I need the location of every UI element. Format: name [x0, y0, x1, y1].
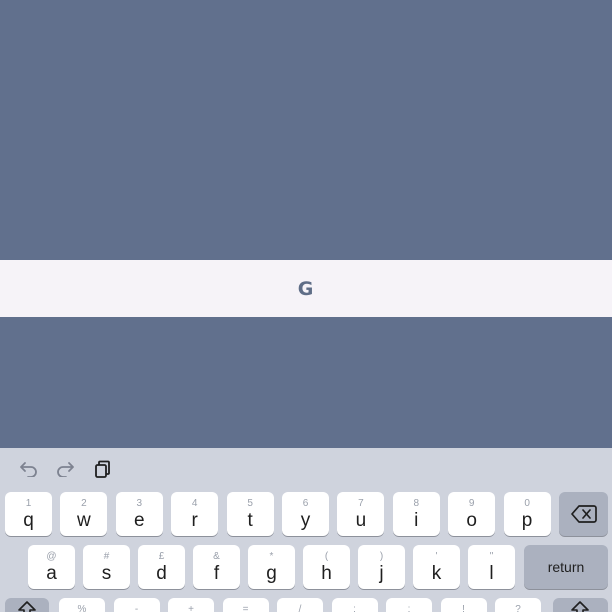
key-.[interactable]: ?.	[495, 598, 541, 612]
key-hint: 0	[524, 498, 530, 509]
key-label: y	[300, 510, 311, 531]
key-label: e	[134, 510, 145, 531]
delete-key[interactable]	[559, 492, 608, 536]
key-hint: 1	[25, 498, 32, 509]
key-t[interactable]: 5t	[226, 492, 274, 536]
key-a[interactable]: @ a	[28, 545, 75, 589]
undo-button[interactable]	[16, 458, 42, 480]
key-label: u	[355, 510, 367, 531]
key-hint: ;	[353, 604, 356, 612]
key-y[interactable]: 6y	[282, 492, 329, 536]
key-label: l	[489, 563, 494, 584]
key-hint: #	[103, 551, 110, 562]
key-hint: 6	[302, 498, 309, 509]
paste-button[interactable]	[89, 458, 115, 480]
key-label: p	[521, 510, 533, 531]
key-v[interactable]: =v	[222, 598, 269, 612]
key-j[interactable]: ) j	[358, 545, 405, 589]
shift-arrow-icon	[571, 601, 589, 612]
key-k[interactable]: ' k	[413, 545, 460, 589]
key-hint: @	[46, 551, 57, 562]
key-label: k	[431, 563, 442, 584]
key-label: d	[156, 563, 167, 584]
undo-arrow-icon	[19, 461, 39, 477]
onscreen-keyboard: 1q2w3e4r5t6y7u8i9o0p @ a # s £ d & f * g(h) j ' k " l …	[0, 448, 612, 612]
key-e[interactable]: 3e	[115, 492, 163, 536]
key-m[interactable]: :m	[386, 598, 432, 612]
text-input-field[interactable]: G	[0, 260, 612, 317]
key-w[interactable]: 2w	[60, 492, 108, 536]
key-hint: 3	[136, 498, 143, 509]
key-label: a	[46, 563, 57, 584]
key-hint: :	[407, 604, 411, 612]
key-label: t	[247, 510, 253, 531]
key-hint: !	[462, 604, 465, 612]
key-o[interactable]: 9o	[448, 492, 496, 536]
key-hint: £	[158, 551, 165, 562]
key-hint: 2	[81, 498, 87, 509]
key-,[interactable]: !,	[440, 598, 487, 612]
key-x[interactable]: -x	[113, 598, 160, 612]
key-q[interactable]: 1q	[5, 492, 52, 536]
key-f[interactable]: & f	[193, 545, 240, 589]
key-b[interactable]: /b	[277, 598, 323, 612]
top-background	[0, 0, 612, 260]
key-p[interactable]: 0p	[503, 492, 551, 536]
key-s[interactable]: # s	[83, 545, 130, 589]
key-d[interactable]: £ d	[138, 545, 185, 589]
bottom-background	[0, 317, 612, 448]
key-u[interactable]: 7u	[337, 492, 385, 536]
key-hint: 9	[468, 498, 475, 509]
key-hint: -	[134, 604, 139, 612]
key-r[interactable]: 4r	[171, 492, 219, 536]
key-label: g	[266, 563, 277, 584]
key-label: i	[414, 510, 419, 531]
key-hint: 7	[358, 498, 364, 509]
return-key-label: return	[547, 559, 585, 575]
key-hint: 4	[191, 498, 198, 509]
shift-key-left[interactable]	[5, 598, 49, 612]
key-label: r	[191, 510, 198, 531]
key-hint: ?	[515, 604, 521, 612]
key-label: h	[321, 563, 332, 584]
keyboard-toolbar	[0, 448, 612, 490]
key-z[interactable]: %z	[59, 598, 105, 612]
key-hint: =	[242, 604, 249, 612]
key-hint: *	[269, 551, 274, 562]
key-c[interactable]: +c	[168, 598, 214, 612]
shift-arrow-icon	[18, 601, 36, 612]
redo-arrow-icon	[55, 461, 75, 477]
clipboard-paste-icon	[93, 460, 111, 478]
key-l[interactable]: " l	[468, 545, 515, 589]
key-hint: '	[435, 551, 438, 562]
key-hint: /	[298, 604, 302, 612]
key-i[interactable]: 8i	[392, 492, 440, 536]
key-g[interactable]: * g	[248, 545, 295, 589]
key-h[interactable]: (h	[303, 545, 350, 589]
return-key[interactable]: return	[524, 545, 608, 589]
key-hint: 5	[247, 498, 253, 509]
key-hint: %	[77, 604, 87, 612]
shift-key-right[interactable]	[553, 598, 608, 612]
key-hint: 8	[413, 498, 420, 509]
key-label: s	[101, 563, 112, 584]
key-hint: "	[489, 551, 494, 562]
key-label: q	[23, 510, 34, 531]
key-n[interactable]: ;n	[331, 598, 378, 612]
key-hint: +	[188, 604, 194, 612]
key-hint: &	[213, 551, 220, 562]
key-label: o	[466, 510, 477, 531]
input-text: G	[297, 277, 315, 300]
key-label: j	[379, 563, 384, 584]
key-hint: )	[379, 551, 384, 562]
redo-button[interactable]	[52, 458, 78, 480]
key-hint: (	[324, 551, 329, 562]
key-label: f	[213, 563, 220, 584]
key-label: w	[77, 510, 91, 531]
